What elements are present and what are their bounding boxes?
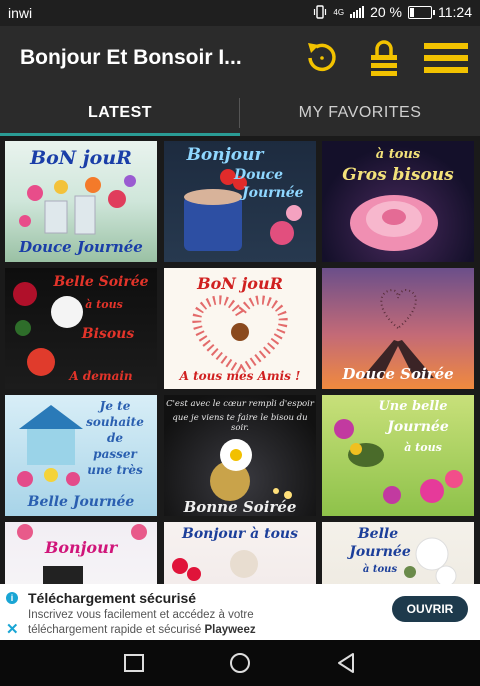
tile-caption: Bonjour <box>186 145 264 165</box>
refresh-button[interactable] <box>300 38 344 78</box>
tile-caption: A tous mes Amis ! <box>179 369 301 383</box>
tile-caption: souhaite <box>86 415 144 429</box>
image-tile[interactable]: Bonjour <box>5 522 157 584</box>
menu-button[interactable] <box>424 38 468 78</box>
image-grid: BoN jouR Douce Journée Bonjour Douce Jou… <box>0 136 480 584</box>
tile-caption: Belle <box>357 526 399 542</box>
image-tile[interactable]: Douce Soirée <box>322 268 474 389</box>
tab-bar: LATEST MY FAVORITES <box>0 90 480 136</box>
ad-brand: Playweez <box>204 624 256 636</box>
tile-caption: Bonjour à tous <box>182 526 298 542</box>
image-tile[interactable]: Belle Soirée à tous Bisous A demain <box>5 268 157 389</box>
image-tile[interactable]: à tous Gros bisous <box>322 141 474 262</box>
tile-caption: Bonjour <box>44 538 118 557</box>
recent-apps-icon[interactable] <box>122 652 146 674</box>
image-tile[interactable]: BoN jouR Douce Journée <box>5 141 157 262</box>
tile-caption: Belle Journée <box>27 494 135 510</box>
status-icons: 4G 20 % 11:24 <box>313 4 472 20</box>
tile-caption: Douce <box>234 167 284 183</box>
image-tile[interactable]: Bonjour à tous <box>164 522 316 584</box>
tile-caption: Douce Journée <box>19 238 143 256</box>
app-actions <box>300 38 468 78</box>
tile-caption: Je te <box>99 399 131 413</box>
tile-caption: Journée <box>387 419 449 435</box>
battery-percent: 20 % <box>370 4 402 20</box>
menu-icon <box>424 43 468 73</box>
home-icon[interactable] <box>228 652 252 674</box>
ad-line-2: téléchargement rapide et sécurisé <box>28 624 202 636</box>
battery-icon <box>408 5 435 19</box>
tile-caption: que je viens te faire le bisou du soir. <box>172 413 308 433</box>
carrier-label: inwi <box>8 5 33 21</box>
tile-caption: C'est avec le cœur rempli d'espoir <box>166 399 314 409</box>
vibrate-icon <box>314 5 327 19</box>
ad-close-icon[interactable]: ✕ <box>6 620 19 638</box>
tab-my-favorites[interactable]: MY FAVORITES <box>240 90 480 136</box>
clock: 11:24 <box>438 4 472 20</box>
tile-caption: à tous <box>404 441 442 454</box>
network-label: 4G <box>333 7 345 17</box>
app-title: Bonjour Et Bonsoir I... <box>20 46 242 69</box>
tile-caption: Journée <box>349 544 411 560</box>
ad-open-button[interactable]: OUVRIR <box>392 596 468 622</box>
image-tile[interactable]: Une belle Journée à tous <box>322 395 474 516</box>
tile-caption: Journée <box>242 185 304 201</box>
image-tile[interactable]: Belle Journée à tous <box>322 522 474 584</box>
tile-caption: à tous <box>85 298 123 311</box>
tile-caption: à tous <box>362 564 398 575</box>
tile-caption: de <box>106 431 124 445</box>
back-icon[interactable] <box>334 652 358 674</box>
lock-icon <box>371 40 397 76</box>
ad-description: Inscrivez vous facilement et accédez à v… <box>28 608 368 638</box>
tile-caption: Bisous <box>81 326 135 342</box>
signal-icon <box>350 6 365 18</box>
system-nav-bar <box>0 640 480 686</box>
tile-caption: à tous <box>375 147 421 162</box>
image-tile[interactable]: Bonjour Douce Journée <box>164 141 316 262</box>
tile-caption: Gros bisous <box>342 165 454 185</box>
tile-caption: BoN jouR <box>197 274 283 293</box>
tab-latest[interactable]: LATEST <box>0 90 240 136</box>
ad-title: Téléchargement sécurisé <box>28 590 197 606</box>
tile-caption: une très <box>87 463 143 477</box>
refresh-icon <box>308 43 336 72</box>
tile-caption: Une belle <box>378 399 448 414</box>
lock-button[interactable] <box>362 38 406 78</box>
app-bar: Bonjour Et Bonsoir I... <box>0 26 480 90</box>
tile-caption: passer <box>93 447 137 461</box>
ad-line-1: Inscrivez vous facilement et accédez à v… <box>28 609 254 621</box>
tile-caption: A demain <box>69 369 133 383</box>
image-tile[interactable]: Je te souhaite de passer une très Belle … <box>5 395 157 516</box>
image-tile[interactable]: BoN jouR A tous mes Amis ! <box>164 268 316 389</box>
ad-info-icon[interactable]: i <box>6 592 18 604</box>
status-bar: inwi 4G 20 % 11:24 <box>0 0 480 26</box>
image-tile[interactable]: C'est avec le cœur rempli d'espoir que j… <box>164 395 316 516</box>
tile-caption: Bonne Soirée <box>183 498 297 516</box>
ad-banner[interactable]: i ✕ Téléchargement sécurisé Inscrivez vo… <box>0 584 480 640</box>
tile-caption: Douce Soirée <box>342 365 454 383</box>
tile-caption: Belle Soirée <box>53 274 149 290</box>
